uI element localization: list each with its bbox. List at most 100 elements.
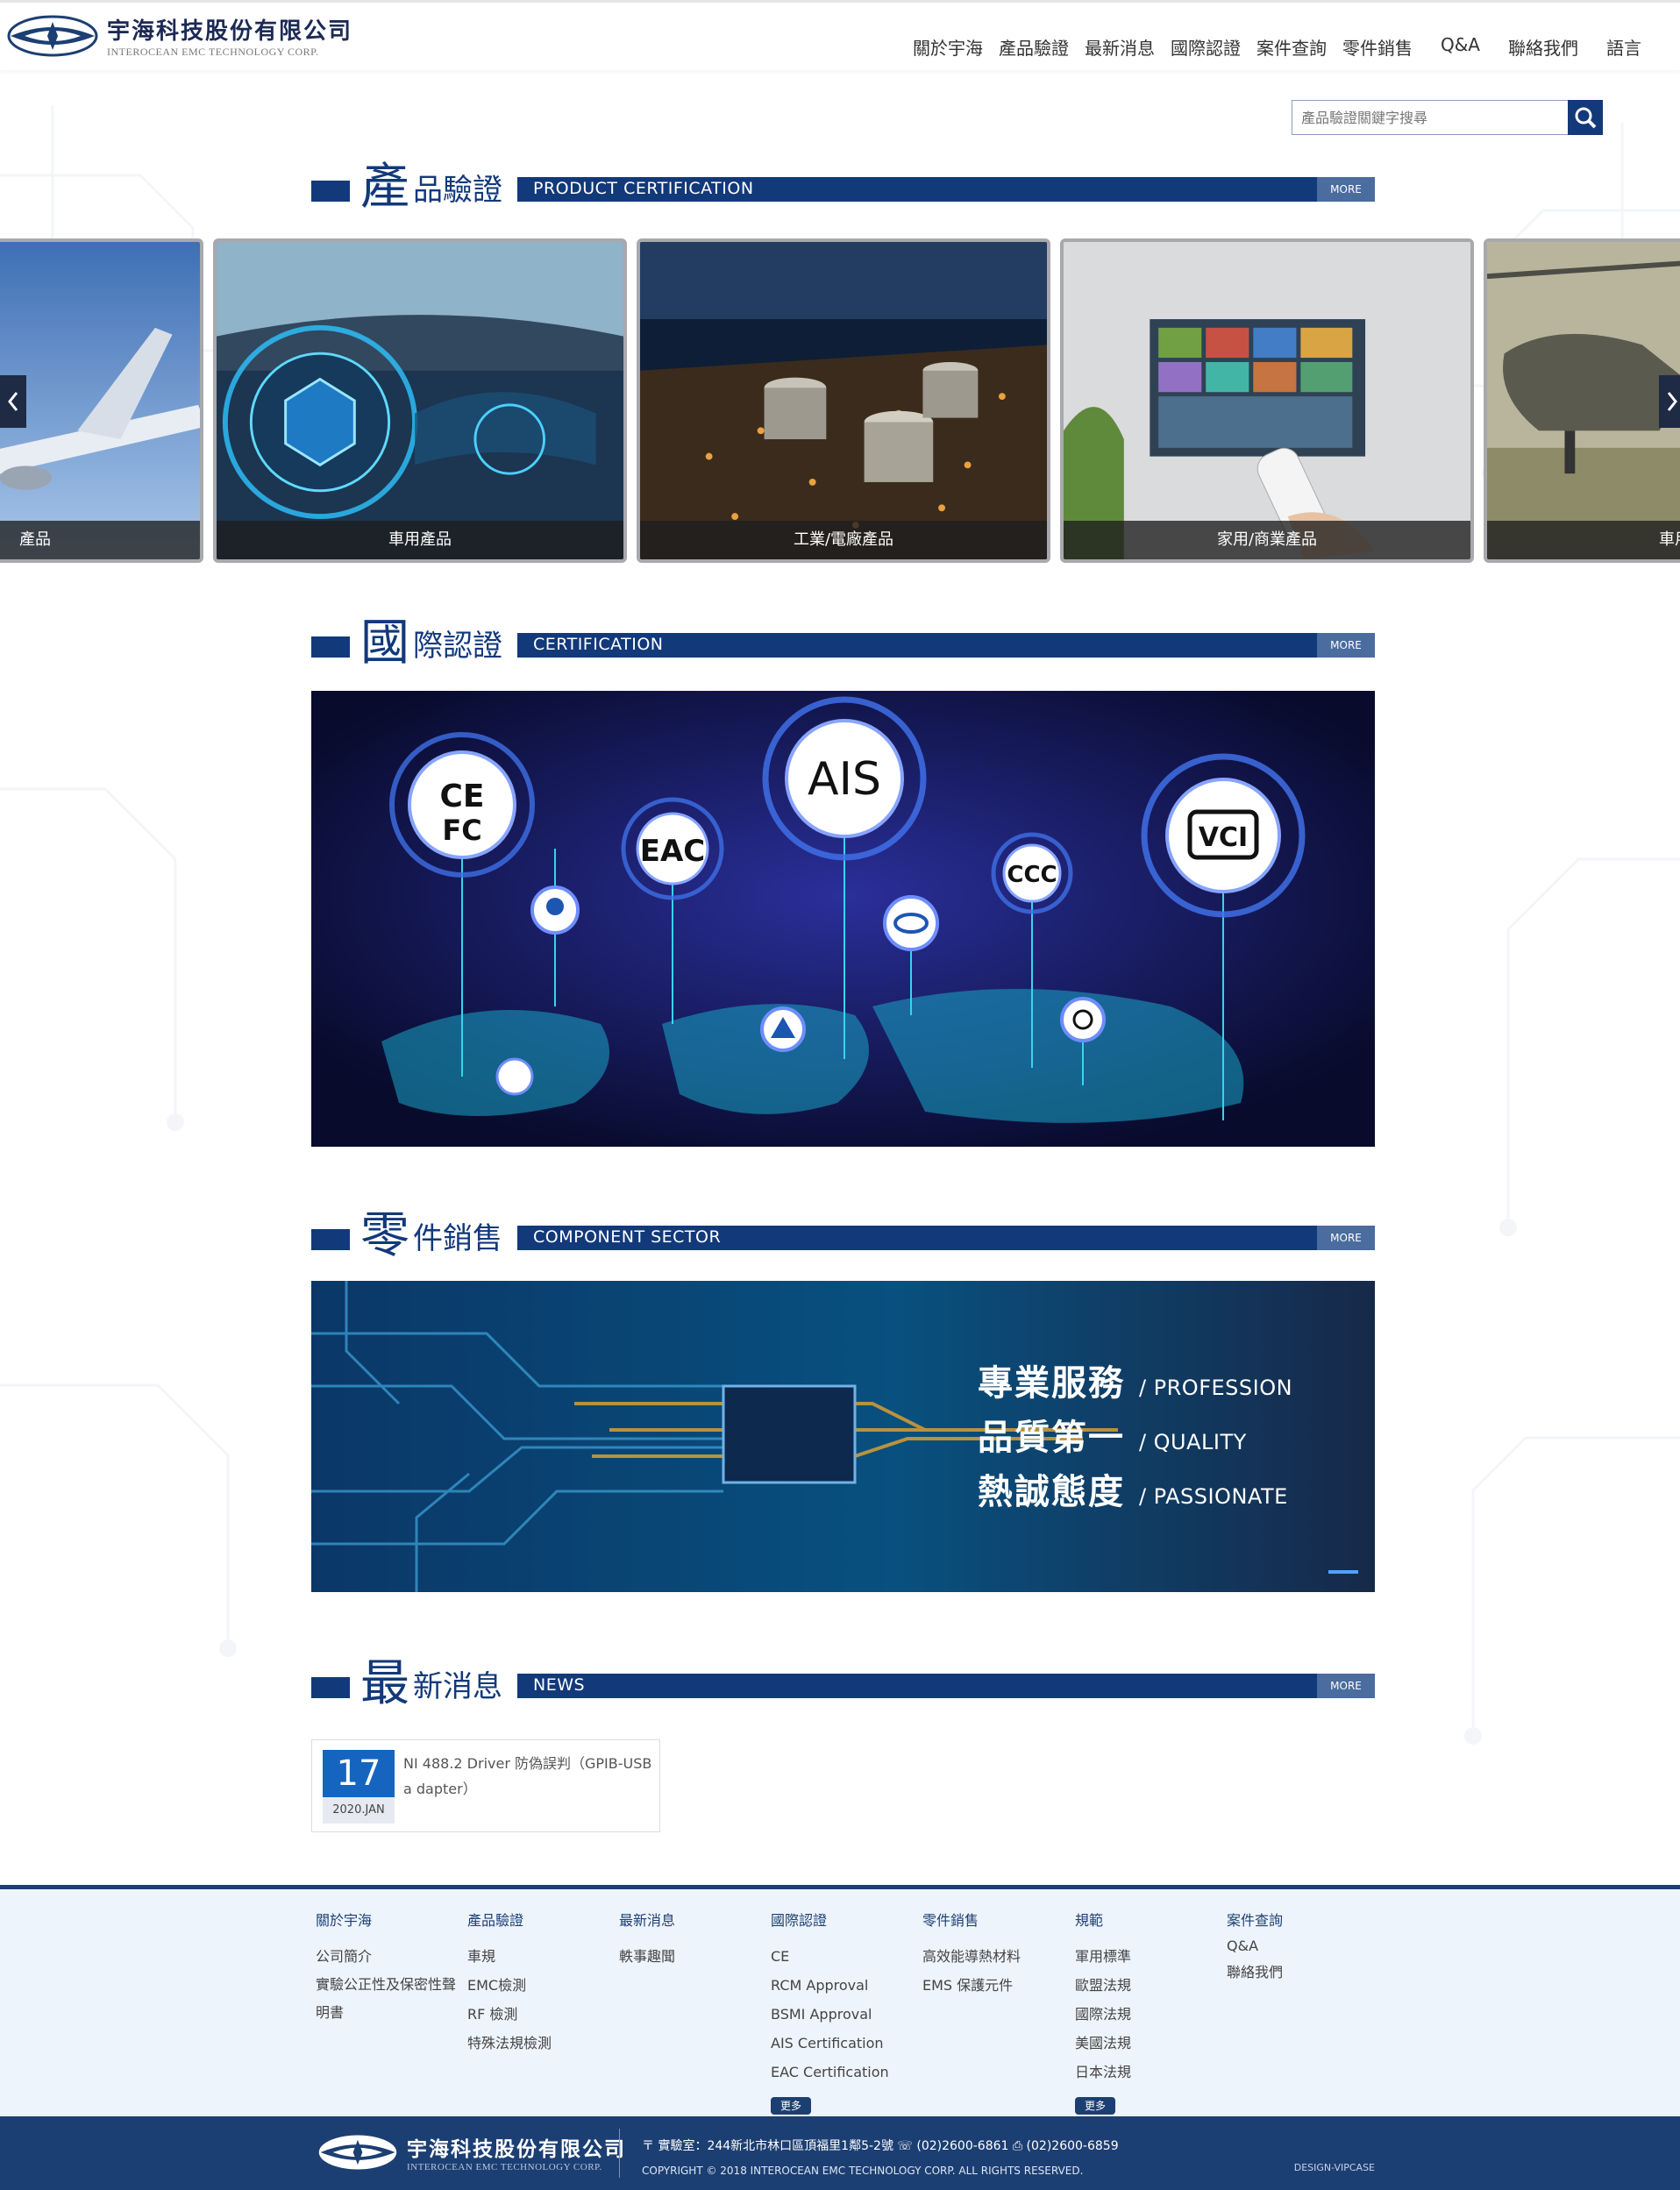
- svg-text:VCI: VCI: [1199, 822, 1248, 853]
- carousel-card-home[interactable]: 家用/商業產品: [1060, 238, 1474, 563]
- more-button[interactable]: MORE: [1317, 633, 1375, 658]
- news-item[interactable]: 17 2020.JAN NI 488.2 Driver 防偽誤判（GPIB-US…: [311, 1739, 660, 1832]
- footer-link[interactable]: 美國法規: [1075, 2029, 1224, 2058]
- carousel-caption: 車用產品: [217, 521, 623, 559]
- product-carousel: 產品 車用產品 工業/電廠產品 家用/商業產品 車: [0, 238, 1680, 565]
- footer-link[interactable]: 軼事趣聞: [619, 1942, 768, 1971]
- footer-col-components: 零件銷售 高效能導熱材料 EMS 保護元件: [922, 1909, 1071, 2000]
- nav-news[interactable]: 最新消息: [1085, 34, 1155, 60]
- industrial-plant-image: [640, 242, 1047, 559]
- footer-link[interactable]: 聯絡我們: [1227, 1959, 1376, 1986]
- svg-text:EAC: EAC: [640, 834, 706, 869]
- logo-emblem-icon: [318, 2135, 397, 2170]
- footer-col-heading[interactable]: 零件銷售: [922, 1909, 1071, 1930]
- nav-about[interactable]: 關於宇海: [913, 34, 983, 60]
- footer-address: 實驗室：244新北市林口區頂福里1鄰5-2號: [658, 2139, 893, 2153]
- footer-link[interactable]: Q&A: [1227, 1933, 1376, 1959]
- heading-bar: PRODUCT CERTIFICATION MORE: [517, 177, 1375, 202]
- nav-language[interactable]: 語言: [1606, 34, 1641, 60]
- nav-case-query[interactable]: 案件查詢: [1256, 34, 1327, 60]
- footer-logo[interactable]: 宇海科技股份有限公司 INTEROCEAN EMC TECHNOLOGY COR…: [317, 2132, 626, 2172]
- carousel-prev-button[interactable]: [0, 375, 26, 428]
- site-header: 宇海科技股份有限公司 INTEROCEAN EMC TECHNOLOGY COR…: [0, 0, 1680, 70]
- nav-international-certification[interactable]: 國際認證: [1171, 34, 1241, 60]
- footer-bottom-bar: 宇海科技股份有限公司 INTEROCEAN EMC TECHNOLOGY COR…: [0, 2116, 1680, 2190]
- footer-link[interactable]: AIS Certification: [771, 2029, 920, 2058]
- search-input[interactable]: [1292, 100, 1568, 135]
- company-name: 宇海科技股份有限公司: [107, 18, 353, 45]
- footer-link[interactable]: EAC Certification: [771, 2058, 920, 2087]
- footer-more-button[interactable]: 更多: [771, 2097, 811, 2115]
- heading-title: 新消息: [413, 1669, 502, 1704]
- footer-link[interactable]: EMS 保護元件: [922, 1971, 1071, 2000]
- footer-link[interactable]: 車規: [467, 1942, 616, 1971]
- footer-link[interactable]: 高效能導熱材料: [922, 1942, 1071, 1971]
- carousel-caption: 產品: [0, 521, 200, 559]
- slogan-en: / PROFESSION: [1138, 1376, 1293, 1400]
- search-icon: [1575, 107, 1597, 129]
- logo-emblem-icon: [7, 15, 98, 57]
- footer-link[interactable]: 實驗公正性及保密性聲明書: [316, 1971, 465, 2027]
- footer-link[interactable]: RCM Approval: [771, 1971, 920, 2000]
- more-button[interactable]: MORE: [1317, 1674, 1375, 1698]
- component-banner[interactable]: 專業服務 / PROFESSION 品質第一 / QUALITY 熱誠態度 / …: [311, 1281, 1375, 1592]
- car-cockpit-image: [217, 242, 623, 559]
- footer-col-heading[interactable]: 最新消息: [619, 1909, 768, 1930]
- carousel-card-military[interactable]: 車用: [1484, 238, 1680, 563]
- footer-link[interactable]: RF 檢測: [467, 2000, 616, 2029]
- nav-component-sales[interactable]: 零件銷售: [1342, 34, 1413, 60]
- footer-col-heading[interactable]: 國際認證: [771, 1909, 920, 1930]
- footer-more-button[interactable]: 更多: [1075, 2097, 1115, 2115]
- heading-english: COMPONENT SECTOR: [533, 1227, 722, 1247]
- certification-map-image: CE FC EAC AIS CCC VCI: [311, 691, 1375, 1147]
- nav-product-certification[interactable]: 產品驗證: [999, 34, 1069, 60]
- footer-fax: (02)2600-6859: [1026, 2139, 1119, 2153]
- footer-link[interactable]: EMC檢測: [467, 1971, 616, 2000]
- slogan-zh: 專業服務: [978, 1363, 1125, 1404]
- heading-big-char: 最: [360, 1655, 409, 1712]
- heading-big-char: 零: [360, 1207, 409, 1264]
- slogan-zh: 熱誠態度: [978, 1472, 1125, 1512]
- footer-link[interactable]: 歐盟法規: [1075, 1971, 1224, 2000]
- heading-big-char: 產: [360, 159, 409, 216]
- footer-link[interactable]: 公司簡介: [316, 1942, 465, 1971]
- carousel-card-automotive[interactable]: 車用產品: [213, 238, 627, 563]
- carousel-card-aviation[interactable]: 產品: [0, 238, 203, 563]
- footer-col-query: 案件查詢 Q&A 聯絡我們: [1227, 1909, 1376, 1986]
- heading-title: 際認證: [413, 629, 502, 664]
- heading-english: CERTIFICATION: [533, 635, 664, 654]
- main-nav: 關於宇海 產品驗證 最新消息 國際認證 案件查詢 零件銷售 Q&A 聯絡我們 語…: [897, 34, 1641, 60]
- news-title: NI 488.2 Driver 防偽誤判（GPIB-USB a dapter）: [403, 1755, 652, 1797]
- nav-qa[interactable]: Q&A: [1441, 34, 1480, 60]
- footer-col-news: 最新消息 軼事趣聞: [619, 1909, 768, 1971]
- slogan-profession: 專業服務 / PROFESSION: [978, 1355, 1292, 1405]
- footer-col-heading[interactable]: 案件查詢: [1227, 1909, 1376, 1930]
- carousel-next-button[interactable]: [1659, 375, 1680, 428]
- search-button[interactable]: [1568, 100, 1603, 135]
- svg-text:CCC: CCC: [1007, 862, 1057, 888]
- more-button[interactable]: MORE: [1317, 177, 1375, 202]
- footer-link[interactable]: 特殊法規檢測: [467, 2029, 616, 2058]
- nav-contact[interactable]: 聯絡我們: [1508, 34, 1578, 60]
- footer-link[interactable]: 軍用標準: [1075, 1942, 1224, 1971]
- section-heading-component: 零 件銷售 COMPONENT SECTOR MORE: [311, 1203, 1375, 1261]
- company-logo[interactable]: 宇海科技股份有限公司 INTEROCEAN EMC TECHNOLOGY COR…: [7, 13, 352, 59]
- footer-col-heading[interactable]: 規範: [1075, 1909, 1224, 1930]
- phone-icon: ☏: [897, 2139, 917, 2153]
- heading-bar: CERTIFICATION MORE: [517, 633, 1375, 658]
- footer-design-credit[interactable]: DESIGN-VIPCASE: [1294, 2162, 1375, 2173]
- news-day: 17: [323, 1750, 395, 1797]
- address-icon: 〒: [642, 2139, 658, 2153]
- footer-link[interactable]: 日本法規: [1075, 2058, 1224, 2087]
- certification-banner[interactable]: CE FC EAC AIS CCC VCI: [311, 691, 1375, 1147]
- more-button[interactable]: MORE: [1317, 1226, 1375, 1250]
- airplane-image: [0, 242, 200, 559]
- slogan-en: / PASSIONATE: [1138, 1484, 1288, 1509]
- footer-col-heading[interactable]: 關於宇海: [316, 1909, 465, 1930]
- footer-link[interactable]: BSMI Approval: [771, 2000, 920, 2029]
- footer-link[interactable]: CE: [771, 1942, 920, 1971]
- footer-col-heading[interactable]: 產品驗證: [467, 1909, 616, 1930]
- slogan-quality: 品質第一 / QUALITY: [978, 1409, 1247, 1460]
- carousel-card-industrial[interactable]: 工業/電廠產品: [637, 238, 1050, 563]
- footer-link[interactable]: 國際法規: [1075, 2000, 1224, 2029]
